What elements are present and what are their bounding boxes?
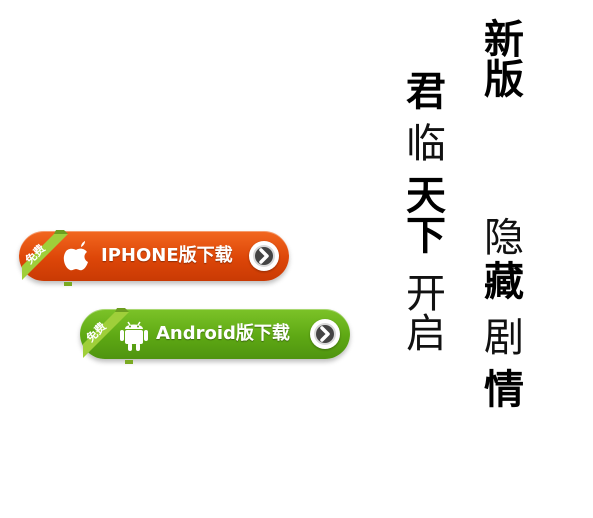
slogan-hidden-char-2: 藏 [477,260,524,300]
slogan-jun: 君 [399,70,446,110]
slogan-plot-char-2: 情 [477,368,524,408]
slogan-new-version: 新版 [477,18,524,98]
slogan-plot-char: 剧 [477,316,523,356]
free-ribbon: 免费 [14,226,76,292]
slogan-tianxia: 天下 [399,174,446,254]
chevron-right-icon[interactable] [249,241,279,271]
chevron-right-icon[interactable] [310,319,340,349]
iphone-download-label: IPHONE版下载 [101,245,233,266]
slogan-lin: 临 [399,122,445,162]
free-ribbon: 免费 [75,304,137,370]
slogan-hidden-char: 隐 [477,216,523,256]
slogan-kaiqi: 开启 [399,272,445,352]
android-download-label: Android版下载 [156,323,290,344]
